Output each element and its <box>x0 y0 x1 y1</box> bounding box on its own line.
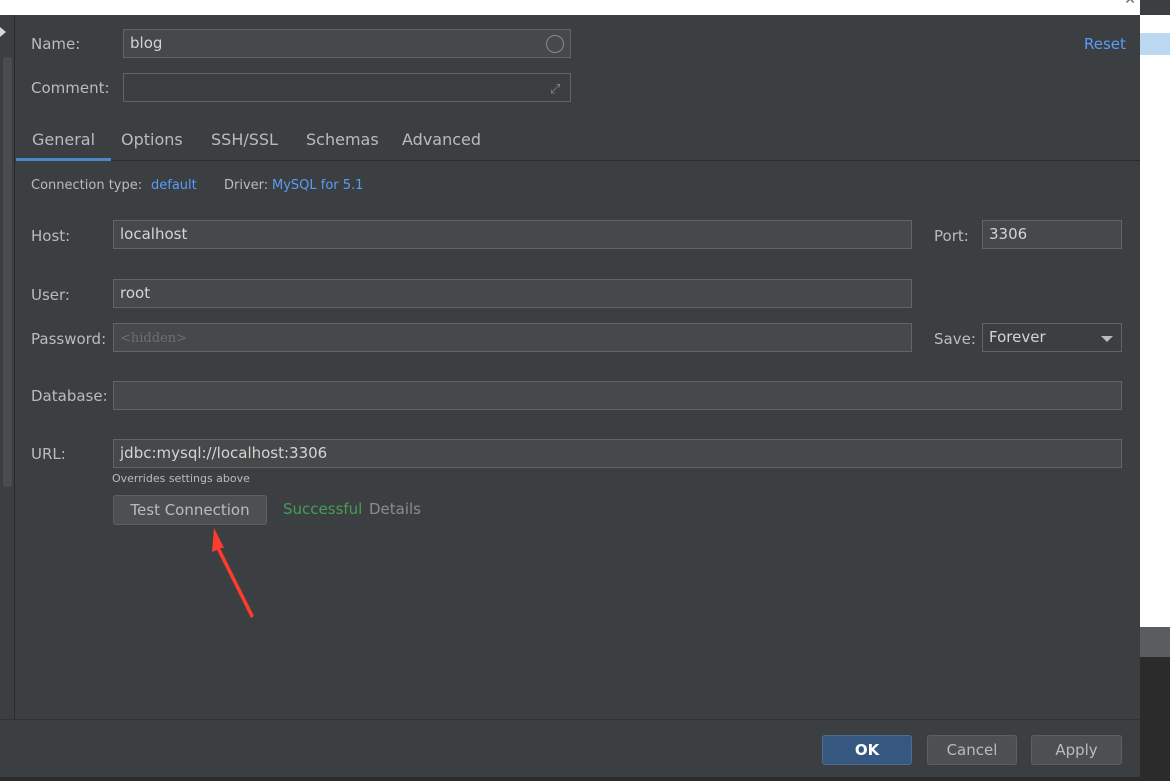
database-label: Database: <box>31 387 108 405</box>
driver-link[interactable]: MySQL for 5.1 <box>272 178 363 193</box>
details-link[interactable]: Details <box>369 500 421 518</box>
name-label: Name: <box>31 35 81 53</box>
tab-ssh-ssl[interactable]: SSH/SSL <box>195 130 294 161</box>
selected-row-highlight <box>1140 33 1170 55</box>
ok-button[interactable]: OK <box>822 735 912 765</box>
annotation-arrow-icon <box>212 528 254 618</box>
color-picker-icon[interactable] <box>546 35 564 53</box>
save-select[interactable]: Forever <box>982 323 1122 352</box>
comment-field[interactable]: ⤢ <box>123 73 571 102</box>
user-input[interactable]: root <box>113 279 912 308</box>
url-input[interactable]: jdbc:mysql://localhost:3306 <box>113 439 1122 468</box>
tab-schemas[interactable]: Schemas <box>290 130 395 161</box>
url-hint: Overrides settings above <box>112 472 250 485</box>
left-panel-edge <box>0 15 15 719</box>
cancel-button[interactable]: Cancel <box>927 735 1017 765</box>
comment-label: Comment: <box>31 79 110 97</box>
name-field[interactable]: blog <box>123 29 571 58</box>
password-label: Password: <box>31 330 107 348</box>
connection-type-label: Connection type: <box>31 178 143 193</box>
connection-type-link[interactable]: default <box>151 178 197 193</box>
chevron-down-icon <box>1101 336 1113 342</box>
tab-advanced[interactable]: Advanced <box>386 130 497 161</box>
host-input[interactable]: localhost <box>113 220 912 249</box>
password-placeholder: <hidden> <box>120 331 188 346</box>
reset-link[interactable]: Reset <box>1084 35 1126 53</box>
port-input[interactable]: 3306 <box>982 220 1122 249</box>
window-top-edge: ✕ <box>0 0 1140 15</box>
name-value: blog <box>130 34 163 52</box>
tab-bar: General Options SSH/SSL Schemas Advanced <box>15 124 1140 161</box>
tab-general[interactable]: General <box>16 130 112 161</box>
save-label: Save: <box>934 330 976 348</box>
tab-options[interactable]: Options <box>105 130 199 161</box>
dialog-footer: OK Cancel Apply <box>0 719 1140 781</box>
password-input[interactable]: <hidden> <box>113 323 912 352</box>
expand-icon[interactable]: ⤢ <box>550 83 564 97</box>
connection-status: Successful <box>283 500 363 518</box>
port-label: Port: <box>934 227 969 245</box>
url-label: URL: <box>31 445 66 463</box>
close-icon[interactable]: ✕ <box>1124 0 1136 8</box>
host-label: Host: <box>31 227 71 245</box>
user-label: User: <box>31 286 70 304</box>
database-input[interactable] <box>113 381 1122 410</box>
right-background-window <box>1140 15 1170 781</box>
collapse-arrow-icon[interactable] <box>0 27 6 37</box>
driver-label: Driver: <box>224 178 269 193</box>
apply-button[interactable]: Apply <box>1031 735 1122 765</box>
left-scrollbar[interactable] <box>3 57 12 487</box>
